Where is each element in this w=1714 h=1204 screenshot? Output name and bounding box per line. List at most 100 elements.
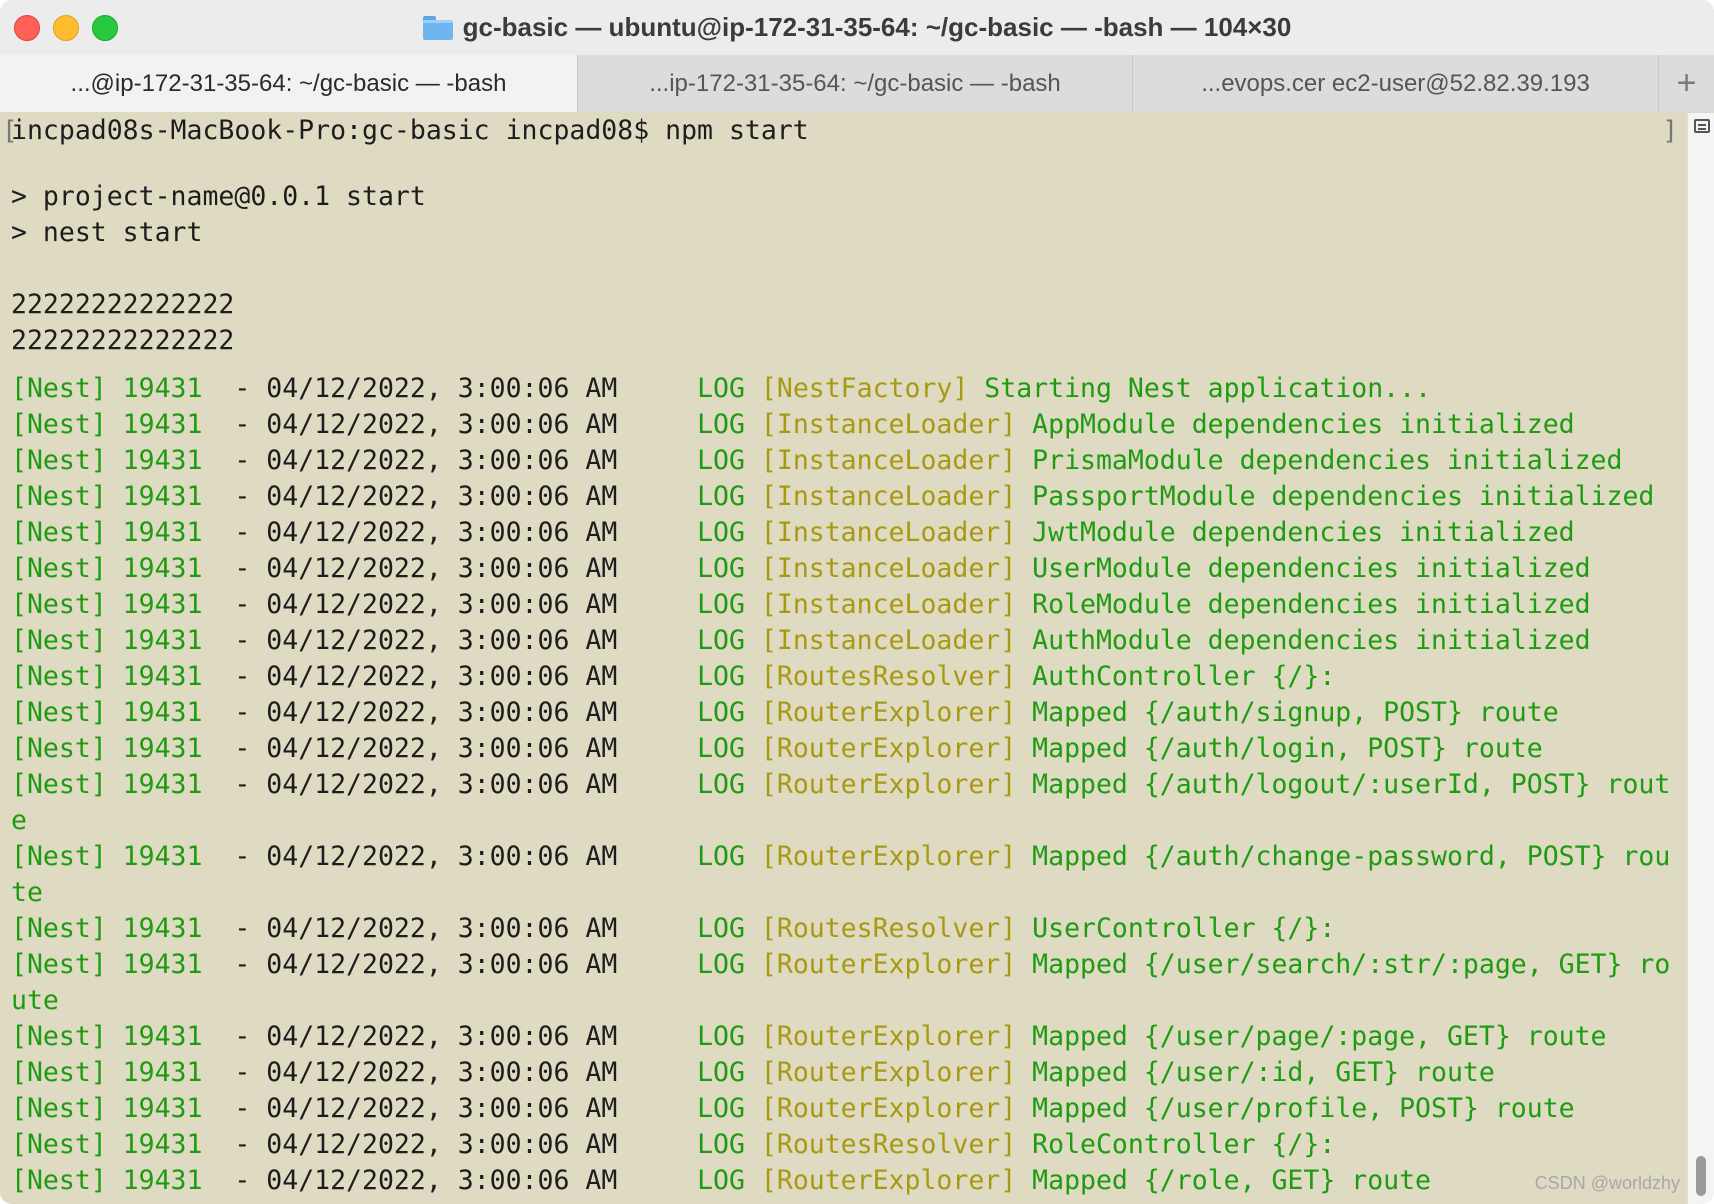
log-spacer: [202, 733, 234, 764]
log-spacer: [202, 1093, 234, 1124]
tab-1[interactable]: ...@ip-172-31-35-64: ~/gc-basic — -bash: [0, 55, 578, 112]
log-spacer: [1016, 589, 1032, 620]
scroll-thumb[interactable]: [1696, 1156, 1706, 1196]
log-spacer: [745, 1165, 761, 1196]
log-spacer: [1016, 1021, 1032, 1052]
log-level: LOG: [697, 1093, 745, 1124]
log-spacer: [617, 1021, 697, 1052]
log-line: [Nest] 19431 - 04/12/2022, 3:00:06 AM LO…: [11, 479, 1654, 515]
log-context: [RouterExplorer]: [760, 697, 1017, 728]
log-spacer: [617, 661, 697, 692]
log-context: [RouterExplorer]: [760, 841, 1017, 872]
log-line: [Nest] 19431 - 04/12/2022, 3:00:06 AM LO…: [11, 587, 1591, 623]
log-spacer: [1016, 481, 1032, 512]
output-line: 22222222222222: [11, 325, 235, 356]
log-timestamp: - 04/12/2022, 3:00:06 AM: [234, 373, 618, 404]
tab-bar: ...@ip-172-31-35-64: ~/gc-basic — -bash …: [0, 55, 1714, 112]
log-message: Mapped {/user/page/:page, GET} route: [1032, 1021, 1607, 1052]
zoom-window-button[interactable]: [92, 15, 118, 41]
output-line: 22222222222222: [11, 289, 235, 320]
log-timestamp: - 04/12/2022, 3:00:06 AM: [234, 1129, 618, 1160]
log-spacer: [745, 913, 761, 944]
log-prefix: [Nest] 19431: [11, 625, 203, 656]
log-context: [InstanceLoader]: [760, 589, 1017, 620]
log-line: [Nest] 19431 - 04/12/2022, 3:00:06 AM LO…: [11, 443, 1622, 479]
log-timestamp: - 04/12/2022, 3:00:06 AM: [234, 409, 618, 440]
log-spacer: [745, 949, 761, 980]
npm-line: > project-name@0.0.1 start: [11, 181, 426, 212]
log-line: [Nest] 19431 - 04/12/2022, 3:00:06 AM LO…: [11, 911, 1335, 947]
log-spacer: [745, 661, 761, 692]
log-spacer: [202, 769, 234, 800]
log-message: PassportModule dependencies initialized: [1032, 481, 1655, 512]
log-timestamp: - 04/12/2022, 3:00:06 AM: [234, 445, 618, 476]
log-context: [RouterExplorer]: [760, 1093, 1017, 1124]
log-message: Mapped {/role, GET} route: [1032, 1165, 1432, 1196]
log-spacer: [745, 481, 761, 512]
log-message: AuthController {/}:: [1032, 661, 1336, 692]
log-spacer: [617, 769, 697, 800]
log-context: [RoutesResolver]: [760, 913, 1017, 944]
log-level: LOG: [697, 661, 745, 692]
log-level: LOG: [697, 1021, 745, 1052]
folder-icon: [422, 15, 453, 40]
log-line: [Nest] 19431 - 04/12/2022, 3:00:06 AM LO…: [11, 623, 1591, 659]
log-spacer: [1016, 409, 1032, 440]
new-tab-button[interactable]: +: [1659, 55, 1714, 112]
log-spacer: [202, 661, 234, 692]
log-line-continuation: te: [11, 877, 43, 908]
log-prefix: [Nest] 19431: [11, 1021, 203, 1052]
log-spacer: [1016, 697, 1032, 728]
log-spacer: [617, 517, 697, 548]
log-level: LOG: [697, 733, 745, 764]
log-spacer: [617, 481, 697, 512]
log-spacer: [745, 1021, 761, 1052]
log-prefix: [Nest] 19431: [11, 733, 203, 764]
log-line: [Nest] 19431 - 04/12/2022, 3:00:06 AM LO…: [11, 551, 1591, 587]
log-spacer: [745, 517, 761, 548]
log-timestamp: - 04/12/2022, 3:00:06 AM: [234, 517, 618, 548]
log-spacer: [617, 1129, 697, 1160]
log-message: AppModule dependencies initialized: [1032, 409, 1575, 440]
log-message: UserController {/}:: [1032, 913, 1336, 944]
log-line: [Nest] 19431 - 04/12/2022, 3:00:06 AM LO…: [11, 1127, 1335, 1163]
vertical-scrollbar[interactable]: [1687, 113, 1714, 1204]
log-prefix: [Nest] 19431: [11, 409, 203, 440]
log-level: LOG: [697, 949, 745, 980]
terminal-output[interactable]: [ ] incpad08s-MacBook-Pro:gc-basic incpa…: [0, 113, 1686, 1204]
log-prefix: [Nest] 19431: [11, 1165, 203, 1196]
log-spacer: [202, 1129, 234, 1160]
log-spacer: [1016, 1129, 1032, 1160]
marks-menu-icon[interactable]: [1694, 119, 1710, 133]
log-spacer: [745, 769, 761, 800]
log-spacer: [617, 913, 697, 944]
log-spacer: [202, 445, 234, 476]
log-context: [RouterExplorer]: [760, 769, 1017, 800]
log-prefix: [Nest] 19431: [11, 661, 203, 692]
minimize-window-button[interactable]: [53, 15, 79, 41]
window-title: gc-basic — ubuntu@ip-172-31-35-64: ~/gc-…: [422, 12, 1291, 43]
log-context: [RoutesResolver]: [760, 661, 1017, 692]
log-level: LOG: [697, 913, 745, 944]
log-context: [InstanceLoader]: [760, 445, 1017, 476]
log-prefix: [Nest] 19431: [11, 1057, 203, 1088]
close-window-button[interactable]: [14, 15, 40, 41]
log-level: LOG: [697, 769, 745, 800]
log-line: [Nest] 19431 - 04/12/2022, 3:00:06 AM LO…: [11, 767, 1670, 803]
log-spacer: [1016, 1093, 1032, 1124]
log-spacer: [202, 481, 234, 512]
log-timestamp: - 04/12/2022, 3:00:06 AM: [234, 1165, 618, 1196]
log-spacer: [617, 445, 697, 476]
log-spacer: [1016, 625, 1032, 656]
log-message: Mapped {/user/search/:str/:page, GET} ro: [1032, 949, 1671, 980]
tab-3[interactable]: ...evops.cer ec2-user@52.82.39.193: [1133, 55, 1659, 112]
tab-2[interactable]: ...ip-172-31-35-64: ~/gc-basic — -bash: [578, 55, 1133, 112]
log-prefix: [Nest] 19431: [11, 553, 203, 584]
log-timestamp: - 04/12/2022, 3:00:06 AM: [234, 1057, 618, 1088]
terminal-window: gc-basic — ubuntu@ip-172-31-35-64: ~/gc-…: [0, 0, 1714, 1204]
log-message: JwtModule dependencies initialized: [1032, 517, 1575, 548]
log-spacer: [745, 697, 761, 728]
log-level: LOG: [697, 697, 745, 728]
log-spacer: [202, 1165, 234, 1196]
title-bar[interactable]: gc-basic — ubuntu@ip-172-31-35-64: ~/gc-…: [0, 0, 1714, 55]
